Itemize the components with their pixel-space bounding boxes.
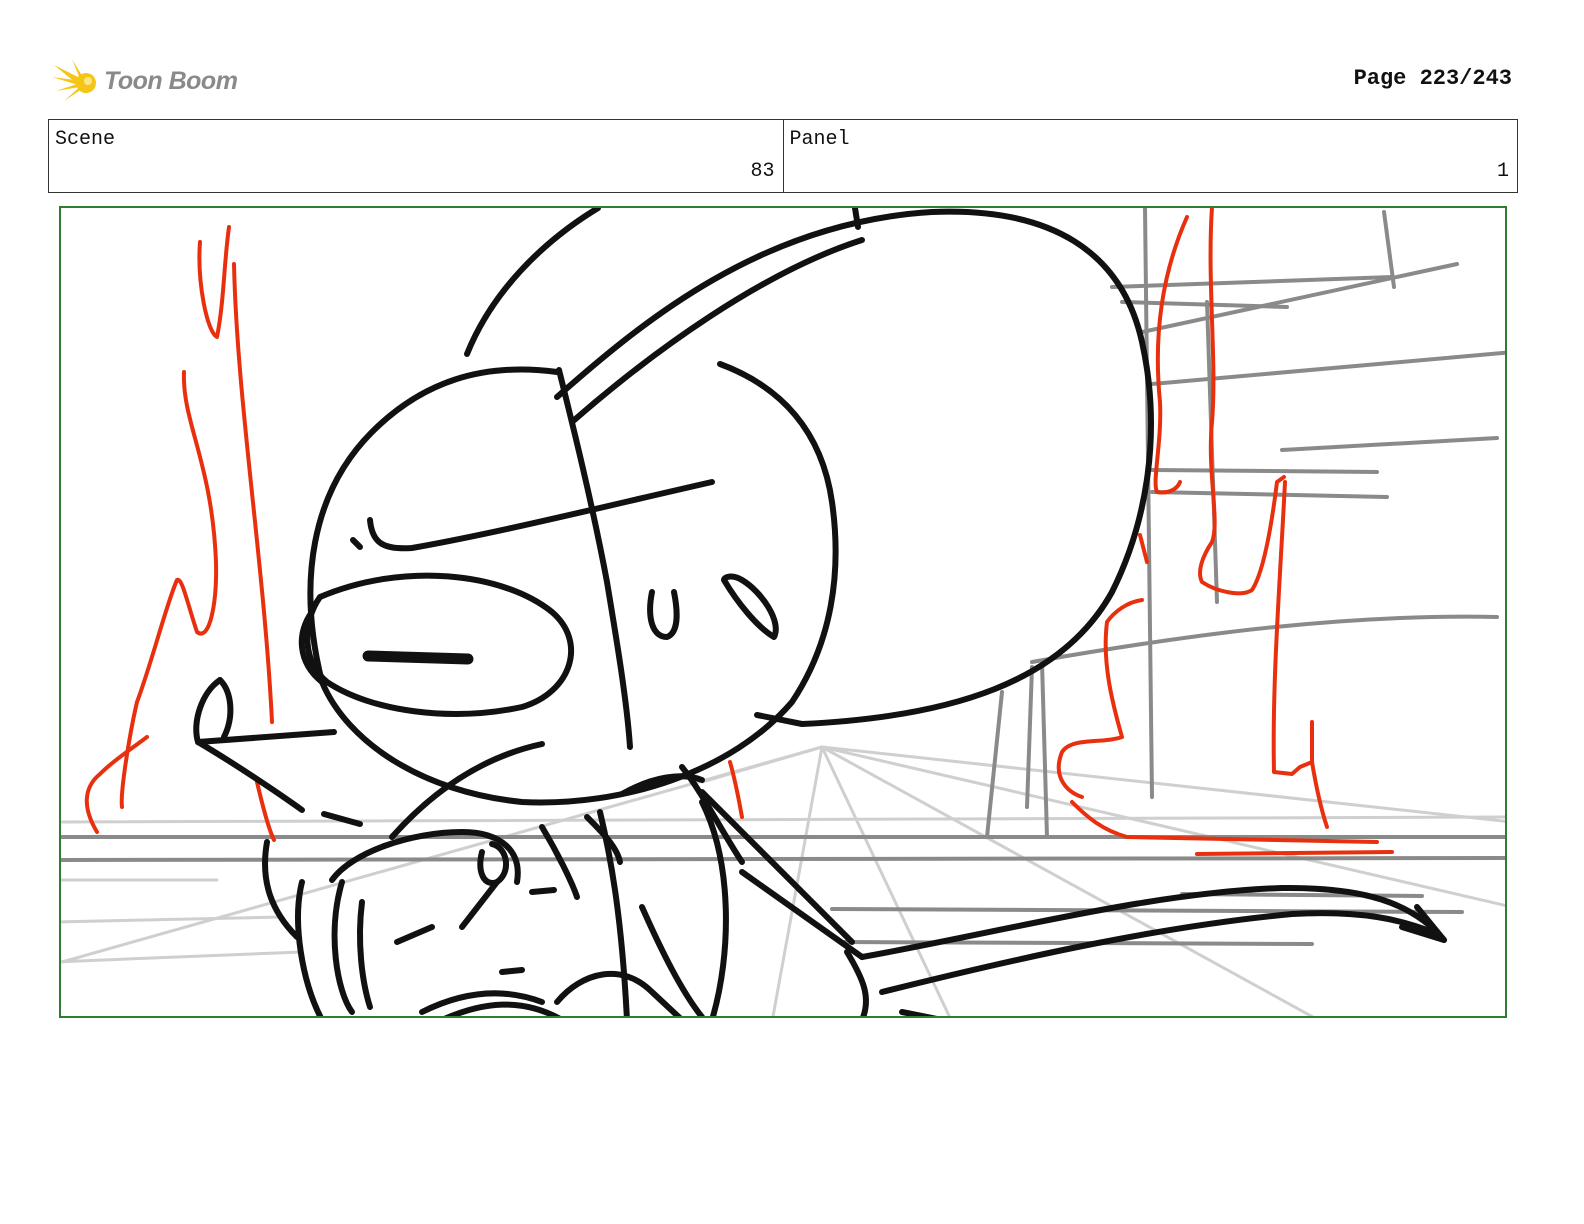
- panel-number: 1: [1496, 160, 1509, 183]
- perspective-lines: [61, 745, 1505, 1016]
- toon-boom-logo: Toon Boom: [52, 54, 252, 108]
- starburst-icon: [52, 59, 96, 101]
- scene-label: Scene: [55, 128, 116, 151]
- storyboard-sketch: [61, 208, 1505, 1016]
- scene-cell: Scene 83: [49, 120, 783, 192]
- scene-number: 83: [750, 160, 775, 183]
- background-structure-lines: [61, 208, 1505, 946]
- logo-text: Toon Boom: [104, 66, 238, 95]
- storyboard-panel: [59, 206, 1507, 1018]
- panel-cell: Panel 1: [782, 120, 1518, 192]
- page-number: Page 223/243: [1353, 66, 1512, 91]
- scene-panel-table: Scene 83 Panel 1: [48, 119, 1518, 193]
- panel-label: Panel: [789, 128, 850, 151]
